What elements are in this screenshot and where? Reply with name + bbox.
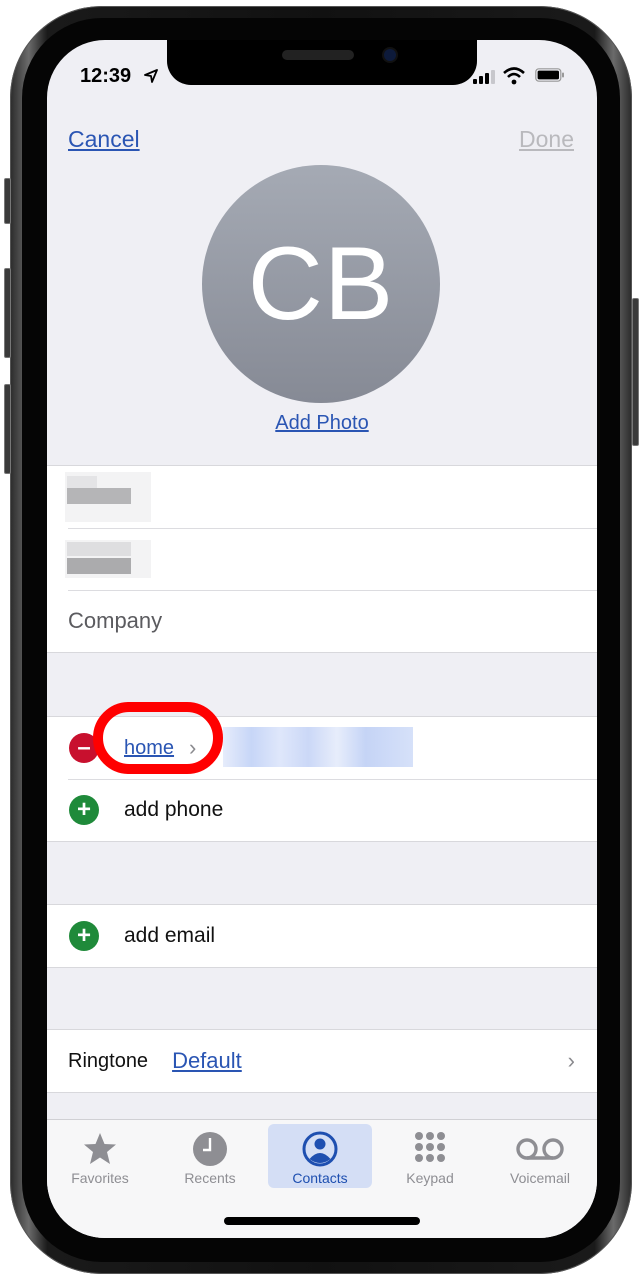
company-field[interactable]: Company: [47, 590, 597, 652]
last-name-redacted: [65, 536, 151, 586]
tab-label: Favorites: [71, 1170, 129, 1186]
location-arrow-icon: [144, 69, 158, 83]
volume-down-button: [4, 384, 11, 474]
last-name-field[interactable]: [47, 528, 597, 590]
tab-label: Keypad: [406, 1170, 454, 1186]
star-icon: [84, 1133, 116, 1164]
mute-switch: [4, 178, 11, 224]
avatar[interactable]: CB: [202, 165, 440, 403]
cancel-button[interactable]: Cancel: [68, 126, 140, 153]
add-photo-link[interactable]: Add Photo: [47, 412, 597, 435]
ringtone-group: Ringtone Default ›: [47, 1029, 597, 1093]
ringtone-label: Ringtone: [68, 1049, 149, 1072]
tab-label: Recents: [184, 1170, 236, 1186]
ringtone-row[interactable]: Ringtone Default ›: [47, 1030, 597, 1092]
add-phone-label[interactable]: add phone: [124, 798, 223, 822]
front-camera: [384, 49, 396, 61]
notch: [167, 40, 477, 85]
chevron-right-icon: ›: [567, 1048, 575, 1073]
add-email-row[interactable]: + add email: [47, 905, 597, 967]
add-photo-label[interactable]: Add Photo: [275, 412, 368, 434]
screen: 12:39 Cancel Done CB Add Photo Company –…: [47, 40, 597, 1238]
wifi-icon: [503, 67, 525, 85]
voicemail-icon: [516, 1138, 564, 1160]
first-name-redacted: [65, 472, 151, 522]
plus-circle-icon[interactable]: +: [69, 795, 99, 825]
clock-icon: [193, 1132, 227, 1166]
volume-up-button: [4, 268, 11, 358]
company-placeholder: Company: [68, 608, 163, 633]
tab-recents[interactable]: Recents: [158, 1124, 262, 1188]
first-name-field[interactable]: [47, 466, 597, 528]
highlight-annotation-circle: [93, 702, 223, 774]
email-group: + add email: [47, 904, 597, 968]
keypad-icon: [415, 1132, 445, 1162]
phone-number-redacted[interactable]: [223, 727, 413, 767]
status-time: 12:39: [80, 65, 132, 87]
tab-label: Voicemail: [510, 1170, 570, 1186]
done-button[interactable]: Done: [519, 126, 574, 153]
speaker: [282, 50, 354, 60]
person-circle-icon: [302, 1131, 338, 1167]
home-indicator[interactable]: [224, 1217, 420, 1225]
tab-keypad[interactable]: Keypad: [378, 1124, 482, 1188]
tab-label: Contacts: [292, 1170, 348, 1186]
tab-contacts[interactable]: Contacts: [268, 1124, 372, 1188]
add-email-label[interactable]: add email: [124, 924, 215, 948]
side-button: [632, 298, 639, 446]
tab-favorites[interactable]: Favorites: [48, 1124, 152, 1188]
name-fields-group: Company: [47, 465, 597, 653]
add-phone-row[interactable]: + add phone: [47, 779, 597, 841]
cellular-signal-icon: [473, 70, 495, 84]
battery-icon: [535, 68, 564, 82]
tab-voicemail[interactable]: Voicemail: [488, 1124, 592, 1188]
plus-circle-icon[interactable]: +: [69, 921, 99, 951]
ringtone-value[interactable]: Default: [172, 1048, 242, 1074]
